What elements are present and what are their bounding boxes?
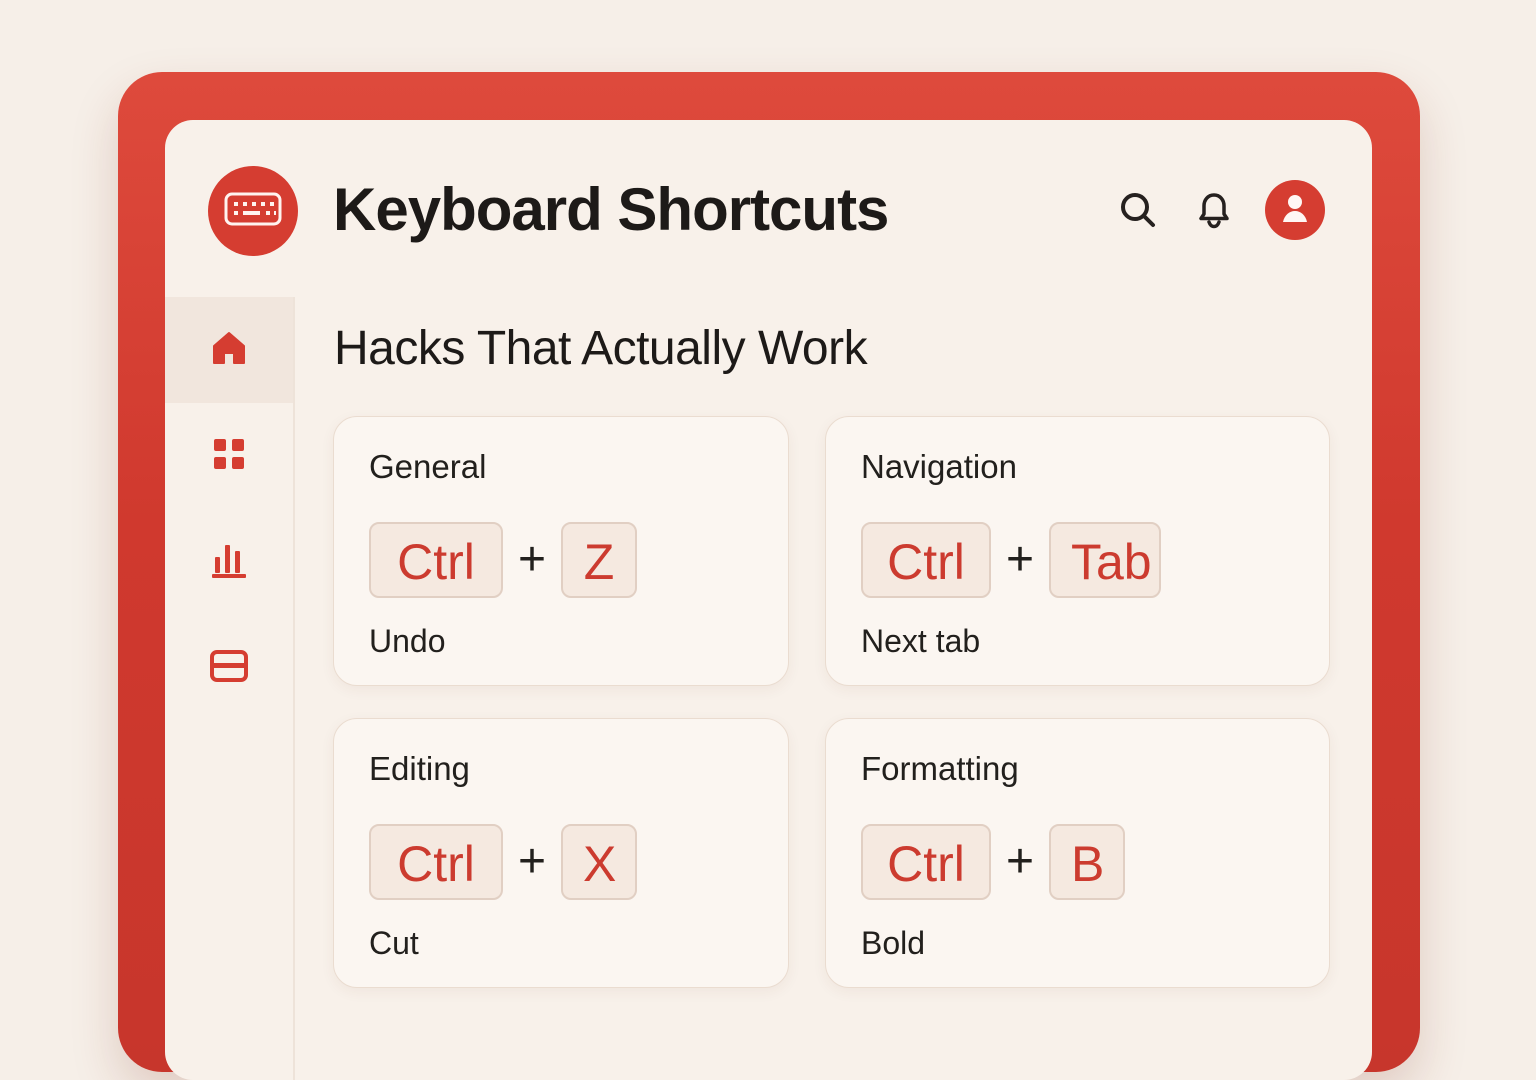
keyboard-icon	[224, 192, 282, 231]
key-cap: B	[1049, 824, 1125, 900]
plus-sign: +	[1005, 533, 1035, 586]
shortcut-description: Cut	[369, 925, 419, 961]
sidebar-item-dashboard[interactable]	[165, 403, 293, 509]
sidebar-item-home[interactable]	[165, 297, 293, 403]
key-cap: Ctrl	[861, 522, 991, 598]
key-combo: Ctrl + Tab	[861, 521, 1161, 599]
shortcut-card-formatting: Formatting Ctrl + B Bold	[825, 718, 1330, 988]
plus-sign: +	[1005, 835, 1035, 888]
sidebar-item-analytics[interactable]	[165, 509, 293, 615]
bell-icon	[1197, 191, 1231, 232]
card-title: Formatting	[861, 750, 1019, 787]
key-cap: Ctrl	[861, 824, 991, 900]
app-panel: Keyboard Shortcuts Hacks That Actually W…	[165, 120, 1372, 1080]
profile-button[interactable]	[1265, 180, 1325, 240]
shortcut-card-navigation: Navigation Ctrl + Tab Next tab	[825, 416, 1330, 686]
key-combo: Ctrl + Z	[369, 521, 637, 599]
card-title: Navigation	[861, 448, 1017, 485]
key-cap: X	[561, 824, 637, 900]
app-logo	[208, 166, 298, 256]
card-icon	[209, 649, 249, 688]
shortcut-card-general: General Ctrl + Z Undo	[333, 416, 789, 686]
shortcut-description: Next tab	[861, 623, 981, 659]
user-icon	[1280, 193, 1310, 228]
section-title: Hacks That Actually Work	[334, 322, 868, 375]
home-icon	[210, 329, 248, 372]
plus-sign: +	[517, 835, 547, 888]
app-title: Keyboard Shortcuts	[333, 176, 889, 243]
key-cap: Ctrl	[369, 824, 503, 900]
search-button[interactable]	[1115, 188, 1161, 234]
search-icon	[1118, 190, 1158, 233]
key-cap: Z	[561, 522, 637, 598]
key-cap: Ctrl	[369, 522, 503, 598]
notifications-button[interactable]	[1191, 188, 1237, 234]
card-title: Editing	[369, 750, 470, 787]
grid-icon	[212, 437, 246, 476]
shortcut-card-editing: Editing Ctrl + X Cut	[333, 718, 789, 988]
sidebar	[165, 297, 295, 1080]
key-cap: Tab	[1049, 522, 1161, 598]
plus-sign: +	[517, 533, 547, 586]
sidebar-item-cards[interactable]	[165, 615, 293, 721]
key-combo: Ctrl + B	[861, 823, 1125, 901]
shortcut-description: Undo	[369, 623, 446, 659]
card-title: General	[369, 448, 487, 485]
bar-chart-icon	[211, 541, 247, 584]
shortcut-description: Bold	[861, 925, 926, 961]
key-combo: Ctrl + X	[369, 823, 637, 901]
